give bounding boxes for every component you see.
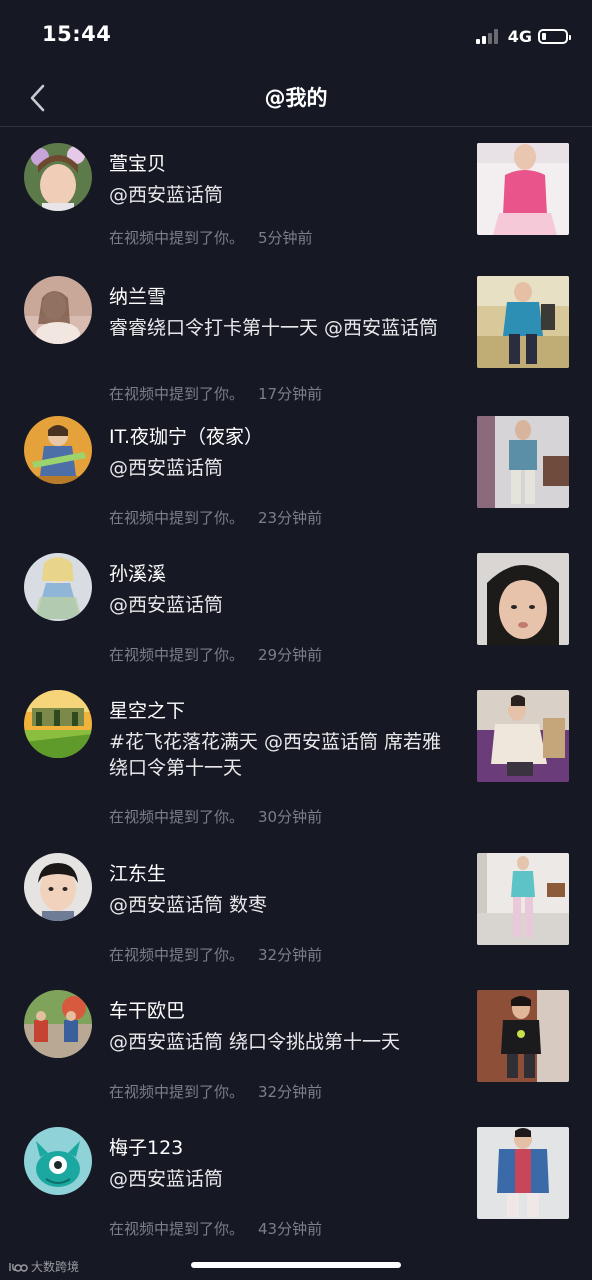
mention-content: @西安蓝话筒 数枣: [109, 894, 268, 916]
watermark: 大数跨境: [8, 1258, 79, 1275]
watermark-text: 大数跨境: [31, 1260, 80, 1274]
network-type: 4G: [507, 26, 532, 46]
mention-action: 在视频中提到了你。: [109, 1220, 245, 1238]
video-thumbnail[interactable]: [477, 990, 569, 1082]
battery-icon: [538, 28, 571, 44]
mention-item[interactable]: 萱宝贝 @西安蓝话筒 在视频中提到了你。 5分钟前: [0, 127, 592, 260]
page-title: @我的: [264, 86, 328, 110]
mention-item[interactable]: 梅子123 @西安蓝话筒 在视频中提到了你。 43分钟前: [0, 1111, 592, 1251]
status-time: 15:44: [42, 22, 112, 46]
avatar[interactable]: [24, 416, 92, 484]
avatar[interactable]: [24, 1127, 92, 1195]
mention-content: 睿睿绕口令打卡第十一天 @西安蓝话筒: [109, 317, 439, 339]
mention-item[interactable]: 车干欧巴 @西安蓝话筒 绕口令挑战第十一天 在视频中提到了你。 32分钟前: [0, 974, 592, 1111]
mention-action: 在视频中提到了你。: [109, 946, 245, 964]
mention-content: @西安蓝话筒: [109, 594, 224, 616]
mention-item[interactable]: 江东生 @西安蓝话筒 数枣 在视频中提到了你。 32分钟前: [0, 837, 592, 974]
mention-meta: 在视频中提到了你。 5分钟前: [109, 227, 327, 248]
mention-meta: 在视频中提到了你。 32分钟前: [109, 944, 336, 965]
mention-meta: 在视频中提到了你。 23分钟前: [109, 507, 336, 528]
avatar[interactable]: [24, 690, 92, 758]
mention-item[interactable]: 纳兰雪 睿睿绕口令打卡第十一天 @西安蓝话筒 在视频中提到了你。 17分钟前: [0, 260, 592, 403]
mention-action: 在视频中提到了你。: [109, 1083, 245, 1101]
mention-list: 萱宝贝 @西安蓝话筒 在视频中提到了你。 5分钟前 纳兰雪 睿睿绕口令打卡第十一天…: [0, 127, 592, 1251]
mention-time: 32分钟前: [258, 1083, 323, 1101]
mention-action: 在视频中提到了你。: [109, 808, 245, 826]
status-bar: 15:44 4G: [0, 0, 592, 72]
video-thumbnail[interactable]: [477, 690, 569, 782]
mention-content: #花飞花落花满天 @西安蓝话筒 席若雅绕口令第十一天: [109, 731, 441, 779]
mention-item[interactable]: 孙溪溪 @西安蓝话筒 在视频中提到了你。 29分钟前: [0, 537, 592, 674]
avatar[interactable]: [24, 553, 92, 621]
avatar[interactable]: [24, 990, 92, 1058]
user-name[interactable]: 星空之下: [109, 698, 459, 724]
mention-content: @西安蓝话筒: [109, 1168, 224, 1190]
mention-content: @西安蓝话筒: [109, 457, 224, 479]
mention-content: @西安蓝话筒: [109, 184, 224, 206]
mention-time: 29分钟前: [258, 646, 323, 664]
mention-meta: 在视频中提到了你。 32分钟前: [109, 1081, 336, 1102]
user-name[interactable]: IT.夜珈宁（夜家）: [109, 424, 459, 450]
user-name[interactable]: 江东生: [109, 861, 459, 887]
mention-time: 30分钟前: [258, 808, 323, 826]
user-name[interactable]: 车干欧巴: [109, 998, 459, 1024]
mention-time: 43分钟前: [258, 1220, 323, 1238]
nav-bar: @我的: [0, 70, 592, 127]
avatar[interactable]: [24, 143, 92, 211]
mention-action: 在视频中提到了你。: [109, 229, 245, 247]
user-name[interactable]: 纳兰雪: [109, 284, 459, 310]
home-indicator[interactable]: [191, 1262, 401, 1268]
status-indicators: 4G: [475, 24, 571, 48]
video-thumbnail[interactable]: [477, 853, 569, 945]
mention-action: 在视频中提到了你。: [109, 646, 245, 664]
avatar[interactable]: [24, 276, 92, 344]
mention-content: @西安蓝话筒 绕口令挑战第十一天: [109, 1031, 401, 1053]
avatar[interactable]: [24, 853, 92, 921]
mention-meta: 在视频中提到了你。 43分钟前: [109, 1218, 336, 1239]
signal-icon: [475, 28, 500, 44]
video-thumbnail[interactable]: [477, 553, 569, 645]
logo-icon: [9, 1262, 28, 1272]
mention-action: 在视频中提到了你。: [109, 509, 245, 527]
mention-item[interactable]: IT.夜珈宁（夜家） @西安蓝话筒 在视频中提到了你。 23分钟前: [0, 400, 592, 537]
user-name[interactable]: 孙溪溪: [109, 561, 459, 587]
mention-meta: 在视频中提到了你。 29分钟前: [109, 644, 336, 665]
video-thumbnail[interactable]: [477, 1127, 569, 1219]
video-thumbnail[interactable]: [477, 276, 569, 368]
mention-time: 32分钟前: [258, 946, 323, 964]
mention-meta: 在视频中提到了你。 30分钟前: [109, 806, 336, 827]
video-thumbnail[interactable]: [477, 143, 569, 235]
mention-time: 5分钟前: [258, 229, 313, 247]
user-name[interactable]: 萱宝贝: [109, 151, 459, 177]
mention-time: 23分钟前: [258, 509, 323, 527]
user-name[interactable]: 梅子123: [109, 1135, 459, 1161]
mention-item[interactable]: 星空之下 #花飞花落花满天 @西安蓝话筒 席若雅绕口令第十一天 在视频中提到了你…: [0, 674, 592, 837]
video-thumbnail[interactable]: [477, 416, 569, 508]
